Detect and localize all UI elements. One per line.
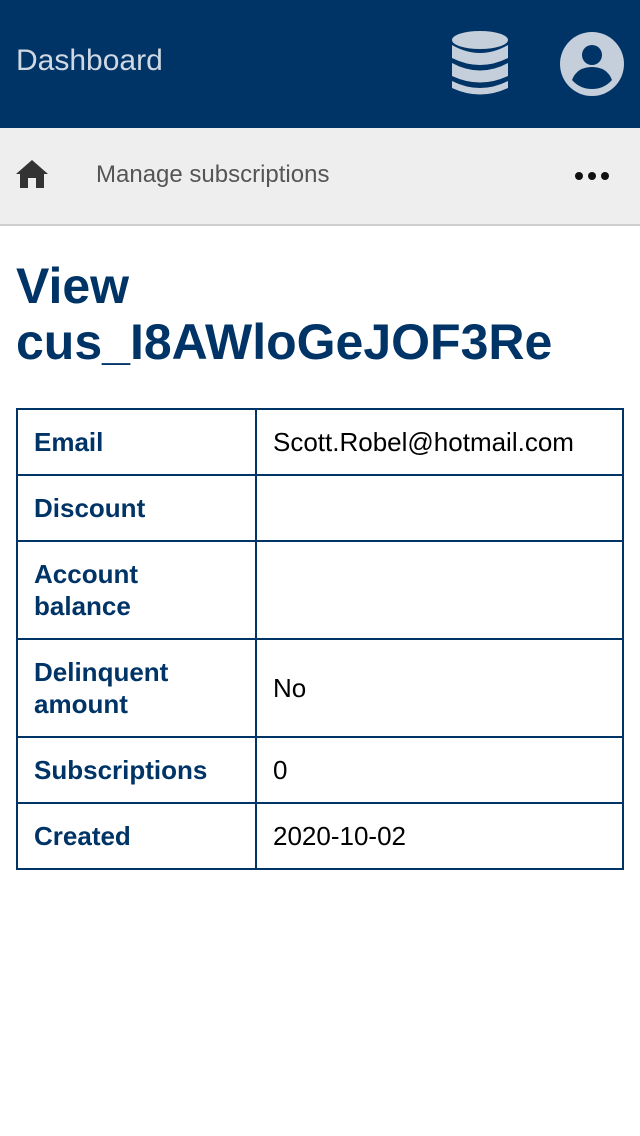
home-button[interactable] — [12, 154, 52, 194]
row-value: 2020-10-02 — [255, 802, 624, 870]
database-icon — [452, 31, 508, 95]
more-horizontal-icon — [575, 172, 609, 180]
app-title: Dashboard — [16, 44, 163, 77]
database-button[interactable] — [448, 30, 512, 98]
top-app-bar: Dashboard — [0, 0, 640, 128]
row-value — [255, 540, 624, 640]
table-row: Created 2020-10-02 — [16, 802, 624, 870]
more-options-button[interactable] — [568, 158, 616, 194]
row-value: No — [255, 638, 624, 738]
page-title: View cus_I8AWloGeJOF3Re — [16, 258, 553, 370]
table-row: Discount — [16, 474, 624, 542]
row-value: 0 — [255, 736, 624, 804]
row-label: Account balance — [16, 540, 257, 640]
table-row: Subscriptions 0 — [16, 736, 624, 804]
home-icon — [16, 160, 48, 188]
row-value: Scott.Robel@hotmail.com — [255, 408, 624, 476]
breadcrumb-bar: Manage subscriptions — [0, 128, 640, 226]
breadcrumb-manage-subscriptions[interactable]: Manage subscriptions — [96, 160, 329, 190]
row-label: Email — [16, 408, 257, 476]
account-button[interactable] — [558, 30, 626, 98]
row-label: Subscriptions — [16, 736, 257, 804]
row-label: Delinquent amount — [16, 638, 257, 738]
customer-details-table: Email Scott.Robel@hotmail.com Discount A… — [16, 408, 624, 870]
table-row: Account balance — [16, 540, 624, 640]
table-row: Email Scott.Robel@hotmail.com — [16, 408, 624, 476]
account-circle-icon — [560, 32, 624, 96]
row-value — [255, 474, 624, 542]
row-label: Created — [16, 802, 257, 870]
row-label: Discount — [16, 474, 257, 542]
table-row: Delinquent amount No — [16, 638, 624, 738]
